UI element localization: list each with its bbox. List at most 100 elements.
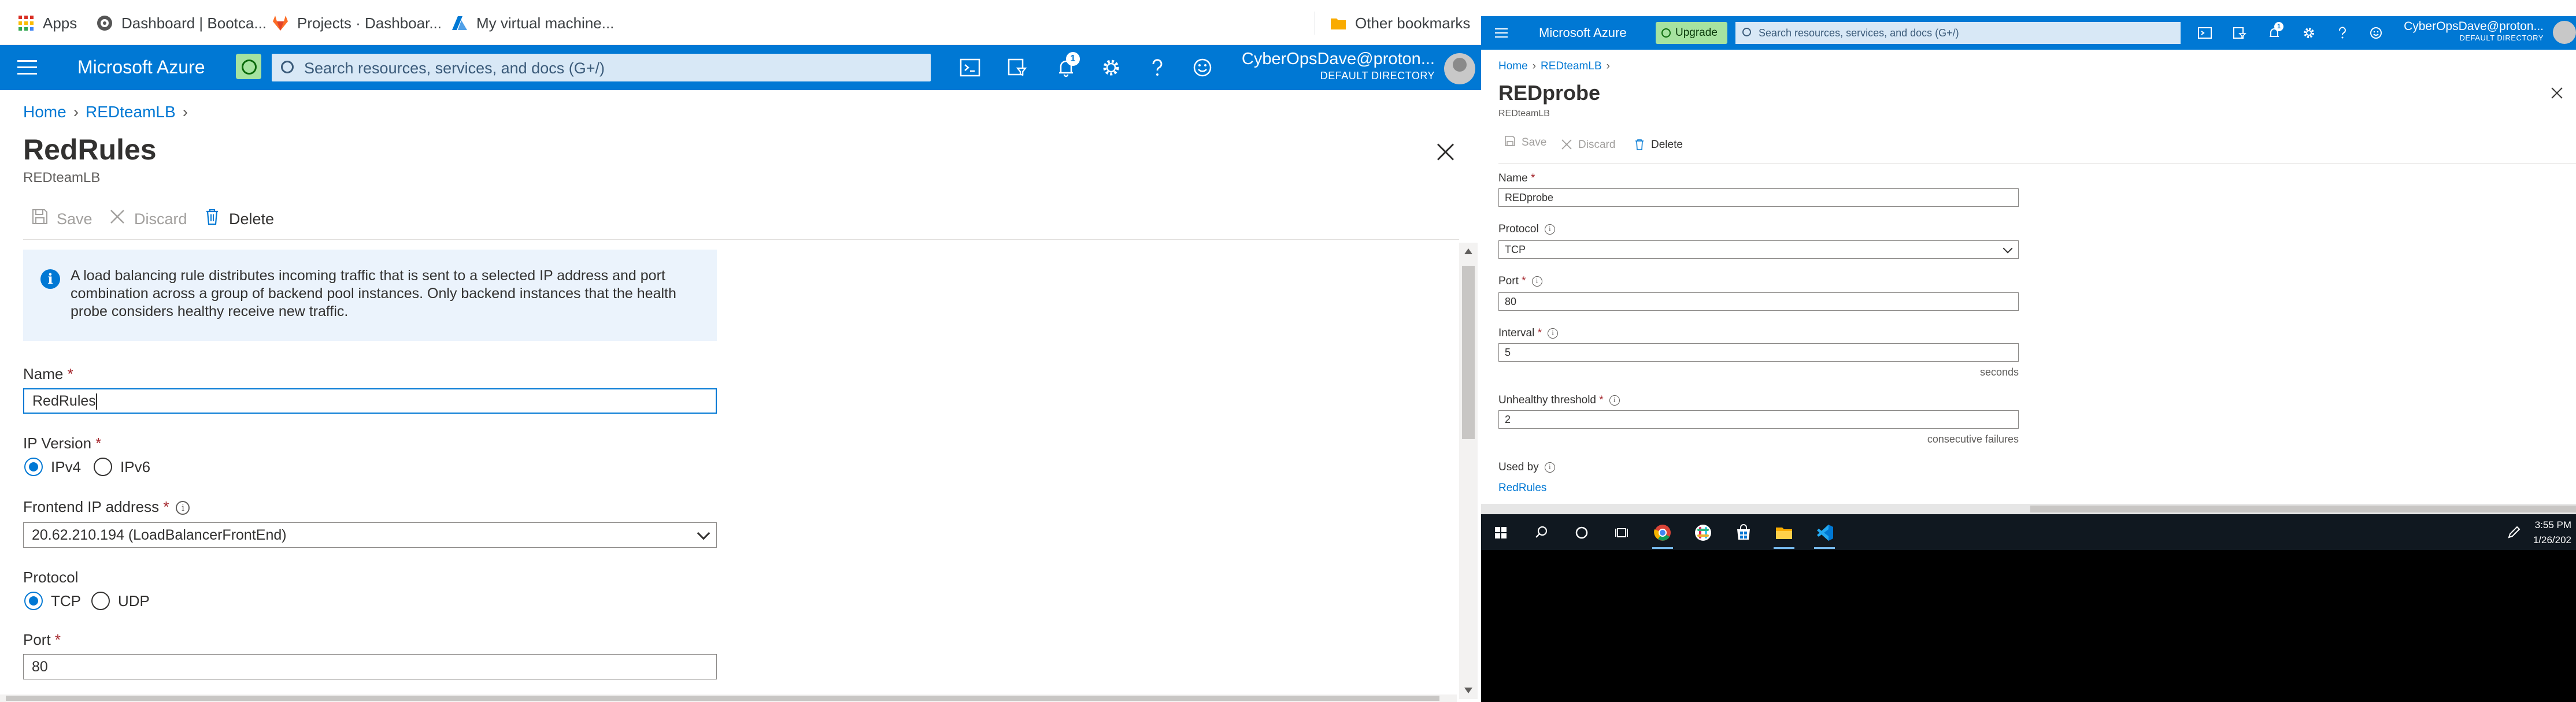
name-label: Name * <box>23 365 73 382</box>
close-icon[interactable] <box>2551 87 2563 99</box>
breadcrumb-lb[interactable]: REDteamLB <box>86 103 176 121</box>
directory-filter-icon[interactable] <box>1007 58 1028 77</box>
info-circle-icon[interactable]: i <box>1544 224 1555 235</box>
hamburger-menu-icon[interactable] <box>17 60 37 75</box>
upgrade-button[interactable]: Upgrade <box>1656 22 1727 44</box>
upgrade-icon[interactable] <box>236 54 261 79</box>
ipv4-radio[interactable]: IPv4 <box>24 458 81 476</box>
breadcrumb-separator: › <box>182 103 188 121</box>
bookmarks-bar-cropped <box>1481 0 2576 16</box>
breadcrumb-home[interactable]: Home <box>23 103 66 121</box>
used-by-link[interactable]: RedRules <box>1498 482 1546 495</box>
gitlab-icon <box>272 14 289 32</box>
close-icon[interactable] <box>1436 142 1454 161</box>
settings-gear-icon[interactable] <box>1101 58 1122 77</box>
hamburger-menu-icon[interactable] <box>1495 28 1508 38</box>
bookmark-apps[interactable]: Apps <box>17 12 77 35</box>
system-clock[interactable]: 3:55 PM 1/26/202 <box>2533 518 2571 548</box>
cloud-shell-icon[interactable] <box>2198 27 2212 39</box>
feedback-smiley-icon[interactable] <box>1192 58 1213 77</box>
azure-brand[interactable]: Microsoft Azure <box>77 57 205 78</box>
save-button[interactable]: Save <box>31 208 92 230</box>
info-icon: i <box>40 269 60 289</box>
settings-gear-icon[interactable] <box>2302 27 2316 39</box>
interval-suffix: seconds <box>1979 366 2019 378</box>
save-button[interactable]: Save <box>1504 135 1546 150</box>
vertical-scrollbar[interactable] <box>1459 243 1478 699</box>
bookmark-vm[interactable]: My virtual machine... <box>451 12 614 35</box>
avatar[interactable] <box>2553 21 2576 44</box>
info-circle-icon[interactable]: i <box>1548 328 1558 339</box>
notifications-bell-icon[interactable]: 1 <box>1056 52 1080 77</box>
horizontal-scrollbar[interactable] <box>0 694 1457 702</box>
file-explorer-icon[interactable] <box>1772 521 1796 549</box>
search-icon <box>1742 28 1751 36</box>
save-label: Save <box>57 210 92 228</box>
ipv6-radio[interactable]: IPv6 <box>94 458 150 476</box>
breadcrumb-home[interactable]: Home <box>1498 60 1528 72</box>
bookmark-dashboard[interactable]: Dashboard | Bootca... <box>96 12 267 35</box>
unhealthy-threshold-label: Unhealthy threshold * i <box>1498 394 1620 407</box>
azure-brand[interactable]: Microsoft Azure <box>1539 25 1627 40</box>
vscode-icon[interactable] <box>1813 521 1836 549</box>
help-icon[interactable] <box>2336 27 2349 39</box>
interval-input[interactable]: 5 <box>1498 343 2019 362</box>
delete-label: Delete <box>229 210 275 228</box>
horizontal-scrollbar[interactable] <box>1481 504 2576 514</box>
page-subtitle: REDteamLB <box>1498 109 1550 118</box>
task-view-icon[interactable] <box>1611 521 1634 544</box>
discard-button[interactable]: Discard <box>1561 135 1615 155</box>
cloud-shell-icon[interactable] <box>960 58 980 77</box>
account-menu[interactable]: CyberOpsDave@proton... DEFAULT DIRECTORY <box>2404 20 2544 42</box>
info-circle-icon[interactable]: i <box>1609 395 1620 406</box>
breadcrumb: Home › REDteamLB › <box>1498 60 1610 72</box>
apps-grid-icon <box>17 14 35 32</box>
feedback-smiley-icon[interactable] <box>2369 27 2383 39</box>
tcp-radio[interactable]: TCP <box>24 592 81 610</box>
chrome-icon[interactable] <box>1651 521 1674 549</box>
bookmark-projects[interactable]: Projects · Dashboar... <box>272 12 442 35</box>
global-search-input[interactable]: Search resources, services, and docs (G+… <box>272 54 931 81</box>
info-banner: i A load balancing rule distributes inco… <box>23 250 717 341</box>
port-input[interactable]: 80 <box>1498 292 2019 311</box>
slack-icon[interactable] <box>1692 521 1715 544</box>
discard-label: Discard <box>134 210 187 228</box>
chevron-down-icon <box>2003 243 2013 254</box>
directory-filter-icon[interactable] <box>2233 27 2246 39</box>
name-input[interactable]: REDprobe <box>1498 188 2019 207</box>
delete-button[interactable]: Delete <box>1634 135 1683 155</box>
notifications-bell-icon[interactable]: 1 <box>2267 22 2283 39</box>
help-icon[interactable] <box>1147 58 1168 77</box>
trash-icon <box>203 208 221 230</box>
protocol-select[interactable]: TCP <box>1498 240 2019 259</box>
notification-badge: 1 <box>2274 22 2283 31</box>
info-circle-icon[interactable]: i <box>1544 462 1555 473</box>
page-title: REDprobe <box>1498 81 1601 105</box>
bookmarks-bar: Apps Dashboard | Bootca... Projects · Da… <box>0 0 1481 45</box>
avatar[interactable] <box>1444 53 1475 84</box>
delete-button[interactable]: Delete <box>203 208 274 230</box>
windows-start-icon[interactable] <box>1489 521 1512 544</box>
info-circle-icon[interactable]: i <box>176 501 190 515</box>
pen-icon[interactable] <box>2502 521 2525 544</box>
name-input[interactable]: RedRules <box>23 388 717 414</box>
folder-icon <box>1330 14 1347 32</box>
interval-label: Interval * i <box>1498 327 1558 340</box>
frontend-ip-select[interactable]: 20.62.210.194 (LoadBalancerFrontEnd) <box>23 522 717 548</box>
port-input[interactable]: 80 <box>23 654 717 679</box>
search-icon[interactable] <box>1530 521 1553 544</box>
global-search-input[interactable]: Search resources, services, and docs (G+… <box>1735 22 2181 44</box>
breadcrumb-lb[interactable]: REDteamLB <box>1541 60 1602 72</box>
cortana-icon[interactable] <box>1570 521 1593 544</box>
account-menu[interactable]: CyberOpsDave@proton... DEFAULT DIRECTORY <box>1242 50 1435 82</box>
store-icon[interactable] <box>1732 521 1755 544</box>
user-name: CyberOpsDave@proton... <box>2404 20 2544 33</box>
discard-button[interactable]: Discard <box>109 208 187 230</box>
page-subtitle: REDteamLB <box>23 170 101 185</box>
info-circle-icon[interactable]: i <box>1531 276 1542 287</box>
breadcrumb-separator: › <box>73 103 79 121</box>
other-bookmarks[interactable]: Other bookmarks <box>1330 12 1470 35</box>
chevron-down-icon <box>697 526 710 540</box>
udp-radio[interactable]: UDP <box>91 592 150 610</box>
unhealthy-threshold-input[interactable]: 2 <box>1498 410 2019 429</box>
